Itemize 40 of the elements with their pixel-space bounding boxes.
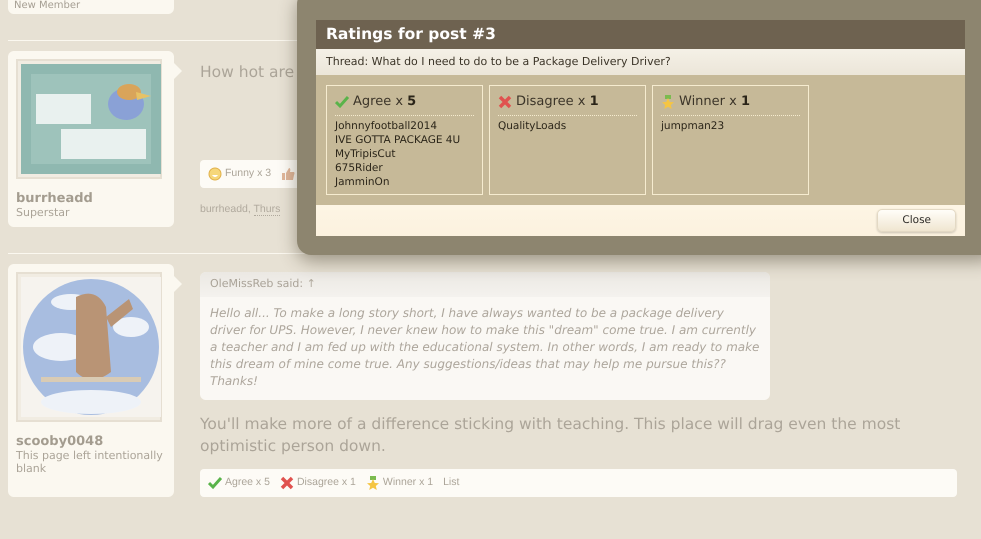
rating-link[interactable]: Disagree x 1 (280, 474, 356, 490)
post-date[interactable]: Thurs (254, 203, 280, 216)
thread-link[interactable]: What do I need to do to be a Package Delivery Driver? (372, 55, 671, 68)
rater-name[interactable]: 675Rider (335, 160, 474, 174)
star-medal-icon (661, 94, 675, 109)
user-title: New Member (14, 0, 82, 12)
rating-link[interactable]: Agree x 5 (208, 474, 270, 490)
smiley-icon (208, 167, 222, 181)
quote-link[interactable]: ↑ (306, 277, 316, 290)
rating-heading: Disagree x 1 (516, 93, 599, 111)
post-message: You'll make more of a difference sticking with teaching. This place will drag even the most optimistic person down. (200, 414, 902, 456)
rater-name[interactable]: MyTripisCut (335, 146, 474, 160)
quote-author: OleMissReb said: (210, 277, 304, 290)
rating-heading: Winner x 1 (679, 93, 750, 111)
author-link[interactable]: burrheadd, (200, 203, 254, 215)
rating-link[interactable]: Winner x 1 (366, 474, 434, 490)
rater-name[interactable]: IVE GOTTA PACKAGE 4U (335, 132, 474, 146)
rater-name[interactable]: jumpman23 (661, 118, 800, 132)
cross-icon (498, 94, 512, 109)
user-title: This page left intentionally blank (16, 449, 164, 475)
username[interactable]: burrheadd (16, 191, 166, 206)
close-button[interactable]: Close (877, 208, 956, 232)
thread-label: Thread: (326, 55, 370, 68)
thumbs-up-icon (281, 167, 296, 181)
rating-heading: Agree x 5 (353, 93, 416, 111)
list-link[interactable]: List (443, 474, 460, 490)
dialog-title: Ratings for post #3 (316, 20, 965, 49)
rater-name[interactable]: QualityLoads (498, 118, 637, 132)
username[interactable]: scooby0048 (16, 434, 166, 449)
rating-link[interactable] (281, 167, 296, 181)
post-message: How hot are (200, 62, 294, 83)
rater-name[interactable]: Johnnyfootball2014 (335, 118, 474, 132)
check-icon (208, 476, 222, 490)
rating-link[interactable]: Funny x 3 (208, 166, 272, 182)
user-title: Superstar (16, 206, 71, 219)
quote-text: Hello all... To make a long story short, I have always wanted to be a package delivery driver for UPS. However, I never knew how to make this "dream" come true. I am currently a teacher and I am fed up with the educational system. In other words, I am ready to make this dream of mine come true. Any suggestions/ideas that may help me pursue this?? Thanks! (209, 304, 760, 390)
star-medal-icon (366, 476, 380, 490)
check-icon (335, 94, 349, 109)
rater-name[interactable]: JamminOn (335, 174, 474, 188)
cross-icon (280, 476, 294, 490)
